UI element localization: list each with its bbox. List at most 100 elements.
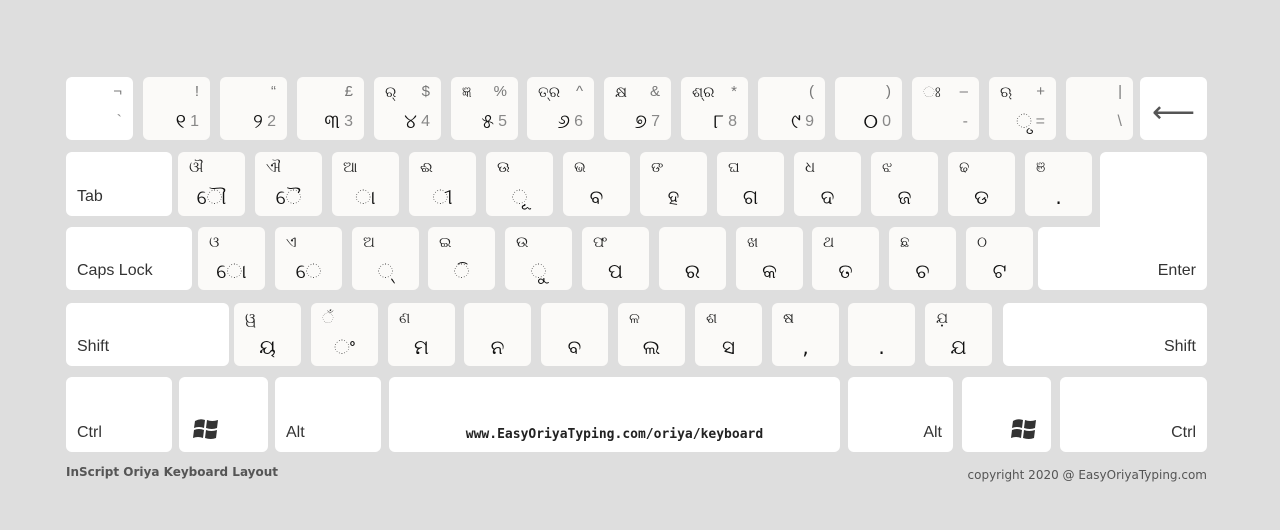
key-bracket-left[interactable]: ଢଡ [948, 152, 1015, 216]
key-q[interactable]: ଔୌ [178, 152, 245, 216]
main-char: ୪ [404, 109, 417, 133]
key-ctrl-right[interactable]: Ctrl [1060, 377, 1207, 452]
key-label: Alt [286, 424, 305, 441]
main-char: ୩ [324, 109, 340, 133]
key-c[interactable]: ଣମ [388, 303, 455, 366]
key-shift-right[interactable]: Shift [1003, 303, 1207, 366]
key-label: Enter [1157, 262, 1196, 279]
base-symbol: 0 [882, 113, 891, 130]
key-i[interactable]: ଘଗ [717, 152, 784, 216]
key-n[interactable]: ଳଲ [618, 303, 685, 366]
left-arrow-icon: ⟵ [1151, 95, 1195, 130]
key-6[interactable]: ତ୍ର ^ ୬ 6 [527, 77, 594, 140]
base-symbol: - [962, 113, 968, 130]
main-char: ବ [567, 335, 582, 359]
key-3[interactable]: £୩ 3 [297, 77, 364, 140]
key-backspace[interactable]: ⟵ [1140, 77, 1207, 140]
shift-symbol: “ [271, 83, 276, 100]
main-char: , [802, 335, 809, 359]
main-char: ୃ [1016, 109, 1032, 133]
layout-title: InScript Oriya Keyboard Layout [66, 465, 279, 479]
main-char: ଦ [820, 185, 835, 209]
shift-char: ଣ [399, 309, 411, 327]
shift-char: ର୍ [385, 83, 397, 101]
shift-char: ଉ [516, 233, 529, 251]
key-space[interactable]: www.EasyOriyaTyping.com/oriya/keyboard [389, 377, 840, 452]
key-tab[interactable]: Tab [66, 152, 172, 216]
key-h[interactable]: ଫପ [582, 227, 649, 290]
key-7[interactable]: କ୍ଷ & ୭ 7 [604, 77, 671, 140]
key-caps-lock[interactable]: Caps Lock [66, 227, 192, 290]
main-char: ସ [721, 335, 736, 359]
key-g[interactable]: ଉୁ [505, 227, 572, 290]
key-slash[interactable]: ଯ଼ ଯ [925, 303, 992, 366]
key-win-left[interactable] [179, 377, 268, 452]
key-m[interactable]: ଶସ [695, 303, 762, 366]
key-0[interactable]: ) ୦ 0 [835, 77, 902, 140]
main-char: ି [453, 259, 470, 283]
key-backtick[interactable]: ¬ ` [66, 77, 133, 140]
main-char: ୟ [259, 335, 276, 359]
key-r[interactable]: ଈୀ [409, 152, 476, 216]
shift-char: ଓ [209, 233, 220, 251]
main-char: ୭ [634, 109, 647, 133]
main-char: ଟ [992, 259, 1007, 283]
shift-char: ଠ [977, 233, 988, 251]
key-shift-left[interactable]: Shift [66, 303, 229, 366]
base-symbol: 8 [728, 113, 737, 130]
key-period[interactable]: . [848, 303, 915, 366]
key-comma[interactable]: ଷ, [772, 303, 839, 366]
key-quote[interactable]: ଠଟ [966, 227, 1033, 290]
key-z[interactable]: ୱୟ [234, 303, 301, 366]
main-char: ୨ [253, 109, 263, 133]
key-backslash[interactable]: | \ [1066, 77, 1133, 140]
key-1[interactable]: ! ୧ 1 [143, 77, 210, 140]
key-j[interactable]: ର [659, 227, 726, 290]
key-s[interactable]: ଏେ [275, 227, 342, 290]
shift-symbol: $ [421, 83, 430, 100]
shift-char: ଥ [823, 233, 835, 251]
key-alt-left[interactable]: Alt [275, 377, 381, 452]
shift-symbol: & [649, 83, 660, 100]
key-5[interactable]: ଜ୍ଞ% ୫ 5 [451, 77, 518, 140]
key-4[interactable]: ର୍ $୪ 4 [374, 77, 441, 140]
shift-char: ଝ [882, 158, 893, 176]
key-p[interactable]: ଝଜ [871, 152, 938, 216]
key-win-right[interactable] [962, 377, 1051, 452]
key-f[interactable]: ଇି [428, 227, 495, 290]
key-a[interactable]: ଓୋ [198, 227, 265, 290]
key-k[interactable]: ଖକ [736, 227, 803, 290]
key-y[interactable]: ଭବ [563, 152, 630, 216]
key-equals[interactable]: ଋ +ୃ = [989, 77, 1056, 140]
shift-char: ଋ [1000, 83, 1013, 101]
key-v[interactable]: ନ [464, 303, 531, 366]
key-enter-upper[interactable] [1100, 152, 1207, 232]
key-alt-right[interactable]: Alt [848, 377, 953, 452]
shift-symbol: ^ [575, 83, 583, 100]
key-d[interactable]: ଅ୍ [352, 227, 419, 290]
key-semicolon[interactable]: ଛଚ [889, 227, 956, 290]
key-u[interactable]: ଙହ [640, 152, 707, 216]
key-enter[interactable]: Enter [1038, 227, 1207, 290]
key-t[interactable]: ଊୂ [486, 152, 553, 216]
key-ctrl-left[interactable]: Ctrl [66, 377, 172, 452]
main-char: ା [355, 185, 376, 209]
shift-char: ୱ [245, 309, 257, 327]
key-x[interactable]: ଁଂ [311, 303, 378, 366]
key-minus[interactable]: ଃ – - [912, 77, 979, 140]
key-9[interactable]: (୯ 9 [758, 77, 825, 140]
key-o[interactable]: ଧଦ [794, 152, 861, 216]
shift-char: ଜ୍ଞ [462, 83, 472, 101]
main-char: . [878, 335, 885, 359]
key-w[interactable]: ଐୈ [255, 152, 322, 216]
key-bracket-right[interactable]: ଞ. [1025, 152, 1092, 216]
key-e[interactable]: ଆା [332, 152, 399, 216]
main-char: . [1055, 185, 1062, 209]
key-2[interactable]: “ ୨ 2 [220, 77, 287, 140]
key-8[interactable]: ଶ୍ର * ୮ 8 [681, 77, 748, 140]
shift-symbol: ) [886, 83, 891, 100]
main-char: ହ [667, 185, 680, 209]
main-char: କ [762, 259, 777, 283]
key-l[interactable]: ଥତ [812, 227, 879, 290]
key-b[interactable]: ବ [541, 303, 608, 366]
